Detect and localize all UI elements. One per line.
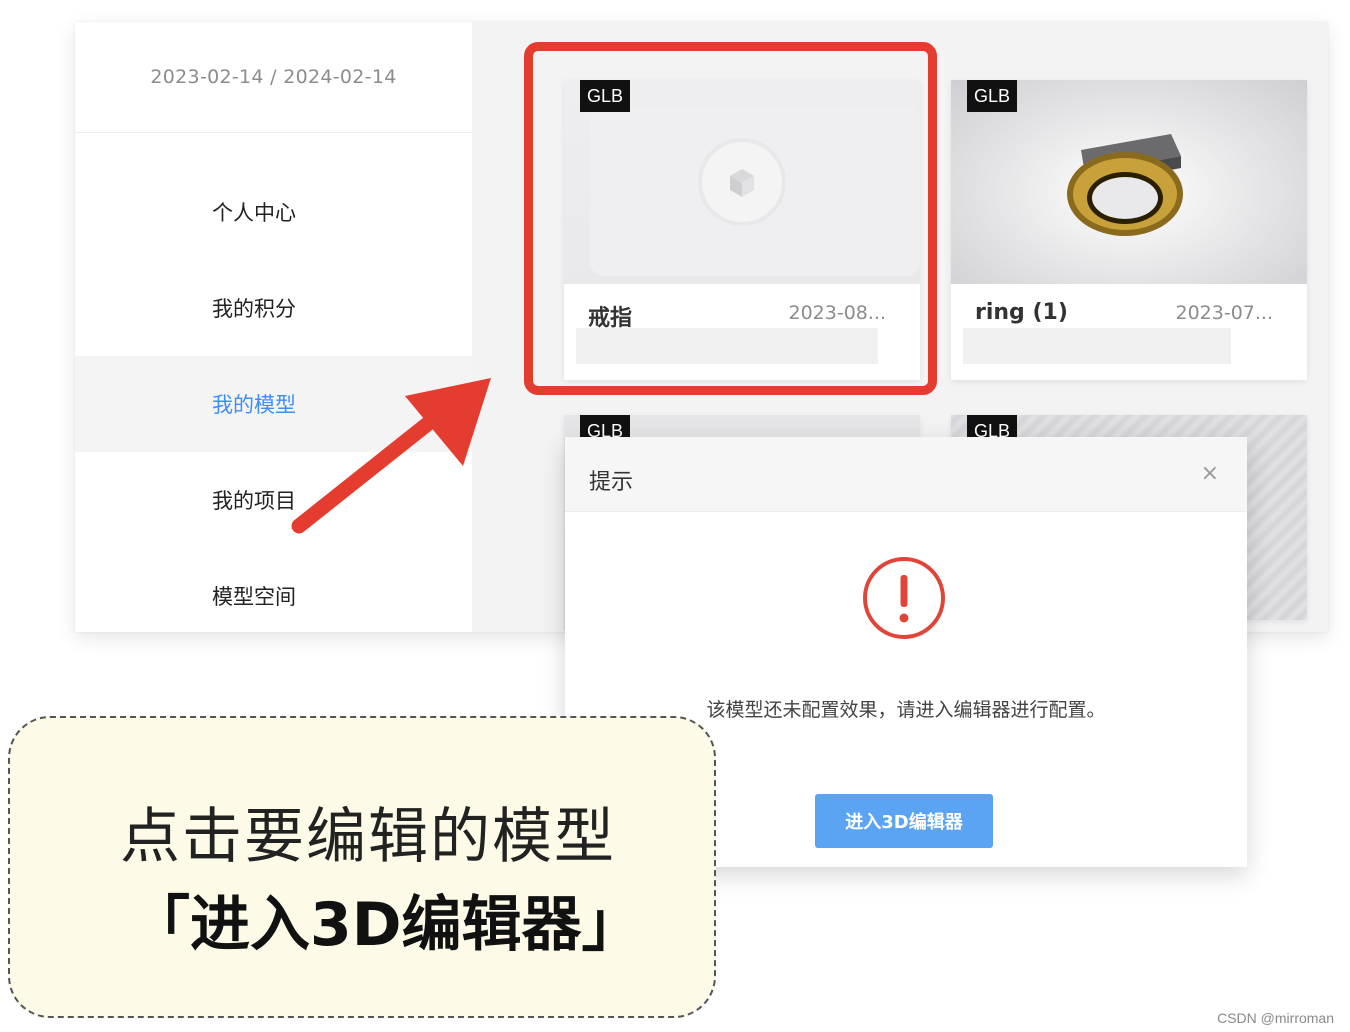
model-card[interactable]: GLB ring (1) 2023-07... [951, 80, 1307, 380]
sidebar: 2023-02-14 / 2024-02-14 个人中心 我的积分 我的模型 我… [75, 22, 472, 632]
sidebar-item-personal-center[interactable]: 个人中心 [75, 164, 472, 260]
model-name: ring (1) [975, 300, 1068, 325]
warning-icon [863, 557, 945, 639]
dialog-title: 提示 [589, 470, 634, 495]
enter-3d-editor-button[interactable]: 进入3D编辑器 [815, 794, 993, 848]
arrow-icon [291, 378, 491, 534]
ring-image [1067, 134, 1183, 236]
date-range[interactable]: 2023-02-14 / 2024-02-14 [75, 22, 472, 133]
sidebar-item-my-points[interactable]: 我的积分 [75, 260, 472, 356]
close-icon[interactable]: × [1201, 461, 1219, 486]
watermark: CSDN @mirroman [1217, 1010, 1334, 1026]
callout-line-1: 点击要编辑的模型 [120, 802, 616, 872]
placeholder-bar [963, 328, 1231, 364]
glb-badge: GLB [967, 80, 1018, 112]
sidebar-item-model-space[interactable]: 模型空间 [75, 548, 472, 632]
callout-line-2: 「进入3D编辑器」 [130, 890, 642, 960]
model-date: 2023-07... [1175, 302, 1273, 324]
dialog-header: 提示 × [565, 437, 1247, 512]
instruction-callout: 点击要编辑的模型 「进入3D编辑器」 [8, 716, 716, 1018]
highlight-box [524, 42, 937, 395]
